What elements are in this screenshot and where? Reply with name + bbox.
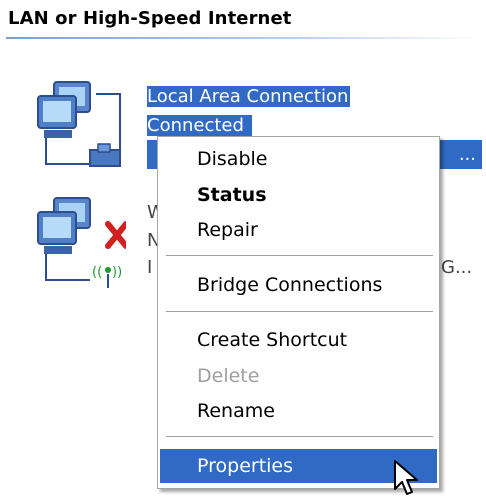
menu-item-disable[interactable]: Disable xyxy=(158,142,439,176)
svg-text:)): )) xyxy=(112,265,122,280)
wireless-disconnected-icon[interactable]: (( )) xyxy=(34,194,126,289)
wireless-device-trailing: G... xyxy=(441,257,473,278)
connection-status: Connected xyxy=(147,115,252,136)
pointer-cursor-icon xyxy=(394,460,418,495)
connection-device-fragment: ... xyxy=(458,144,476,165)
group-divider xyxy=(6,37,481,39)
menu-item-bridge-connections[interactable]: Bridge Connections xyxy=(158,268,439,302)
svg-text:((: (( xyxy=(92,265,102,280)
menu-item-create-shortcut[interactable]: Create Shortcut xyxy=(158,323,439,357)
menu-item-rename[interactable]: Rename xyxy=(158,394,439,428)
wireless-device-fragment: I xyxy=(147,257,153,278)
red-x-icon xyxy=(105,221,126,249)
menu-item-delete: Delete xyxy=(197,365,260,387)
group-header: LAN or High-Speed Internet xyxy=(8,8,292,29)
menu-separator xyxy=(166,255,433,257)
context-menu: Disable Status Repair Bridge Connections… xyxy=(157,136,440,489)
menu-item-status[interactable]: Status xyxy=(158,178,439,212)
menu-separator xyxy=(166,436,433,438)
menu-item-repair[interactable]: Repair xyxy=(158,213,439,247)
connection-name: Local Area Connection xyxy=(147,86,351,107)
menu-separator xyxy=(166,311,433,313)
lan-connection-icon[interactable] xyxy=(34,78,126,173)
